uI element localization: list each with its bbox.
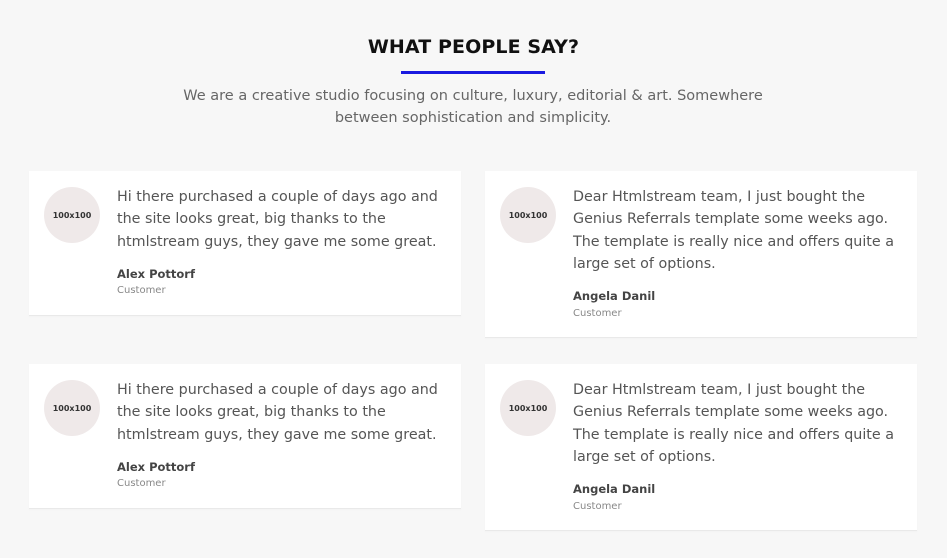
author-role: Customer [573,501,622,512]
testimonial-card: 100x100 Dear Htmlstream team, I just bou… [485,171,917,338]
author-name: Alex Pottorf [117,460,195,474]
testimonial-quote: Dear Htmlstream team, I just bought the … [573,189,895,272]
testimonial-quote: Dear Htmlstream team, I just bought the … [573,382,895,465]
author-role: Customer [117,285,166,296]
avatar: 100x100 [44,380,100,436]
author-name: Angela Danil [573,482,656,496]
testimonial-quote: Hi there purchased a couple of days ago … [117,189,438,250]
avatar: 100x100 [500,187,556,243]
section-subtitle: We are a creative studio focusing on cul… [183,88,763,126]
author-name: Angela Danil [573,289,656,303]
testimonial-quote: Hi there purchased a couple of days ago … [117,382,438,443]
avatar: 100x100 [44,187,100,243]
title-underline [401,71,545,74]
testimonials-section: WHAT PEOPLE SAY? We are a creative studi… [0,0,947,558]
testimonial-card: 100x100 Hi there purchased a couple of d… [29,364,461,509]
avatar: 100x100 [500,380,556,436]
testimonial-card: 100x100 Hi there purchased a couple of d… [29,171,461,316]
author-role: Customer [117,478,166,489]
author-name: Alex Pottorf [117,267,195,281]
section-title: WHAT PEOPLE SAY? [367,36,580,58]
author-role: Customer [573,308,622,319]
testimonial-card: 100x100 Dear Htmlstream team, I just bou… [485,364,917,531]
